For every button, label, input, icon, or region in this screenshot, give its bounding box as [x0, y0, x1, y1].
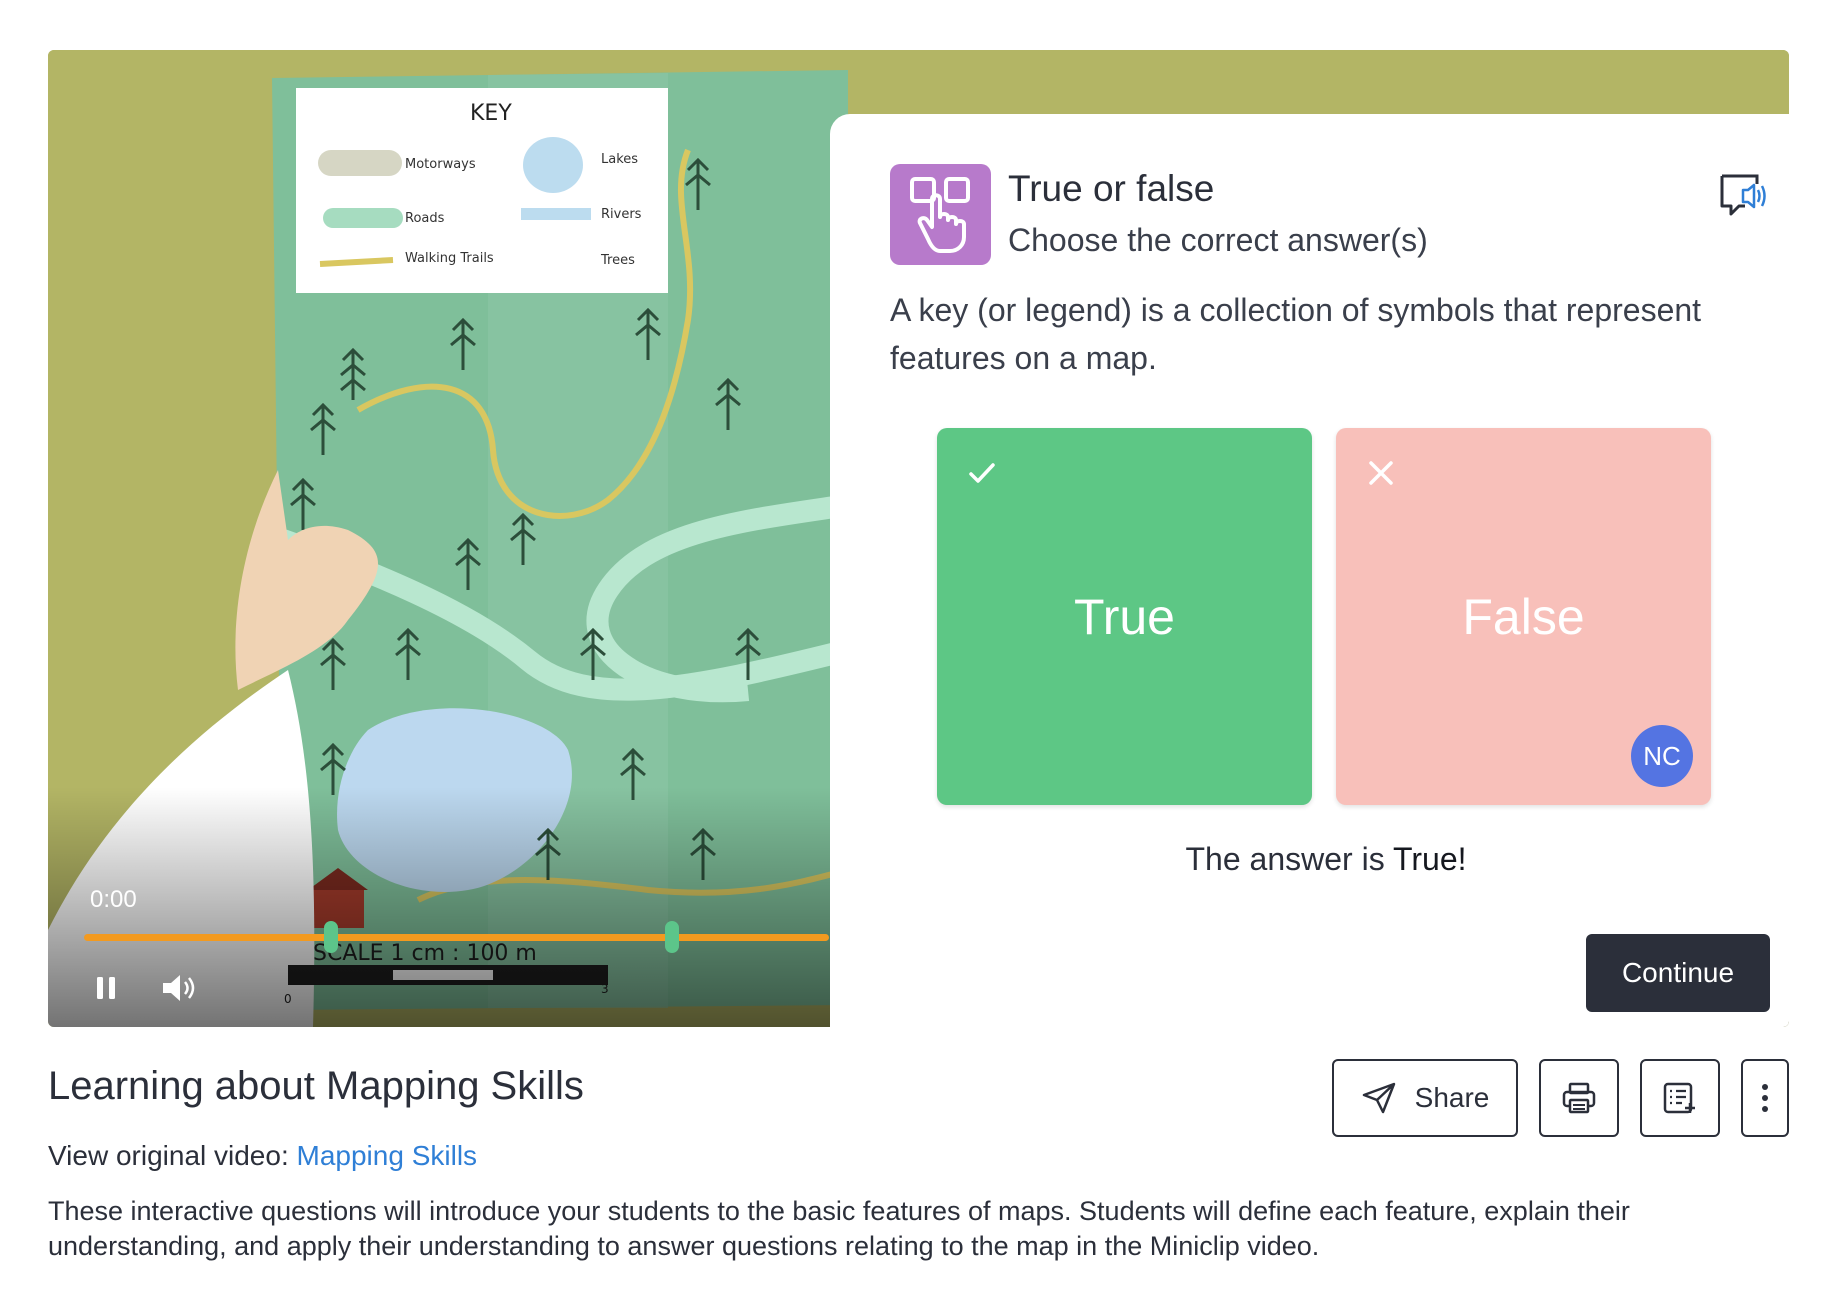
question-instruction: Choose the correct answer(s) [1008, 222, 1428, 258]
check-icon [969, 463, 995, 483]
volume-icon [163, 975, 195, 1001]
send-icon [1362, 1082, 1395, 1114]
progress-bar[interactable] [84, 934, 829, 941]
share-label: Share [1414, 1082, 1490, 1113]
answer-true-label: True [1074, 588, 1175, 645]
map-key-motorways: Motorways [405, 157, 476, 172]
add-to-list-button[interactable] [1640, 1059, 1720, 1137]
page-title: Learning about Mapping Skills [48, 1064, 584, 1108]
question-text: A key (or legend) is a collection of sym… [890, 292, 1702, 376]
original-video-line: View original video: Mapping Skills [48, 1140, 477, 1172]
pause-icon [97, 977, 115, 999]
answer-result-prefix: The answer is [1185, 841, 1393, 877]
tap-choice-icon [909, 176, 970, 253]
question-type: True or false [1008, 168, 1215, 209]
map-key-lakes: Lakes [601, 152, 638, 167]
question-marker[interactable] [665, 921, 679, 953]
avatar: NC [1631, 725, 1693, 787]
video-player[interactable]: KEY Motorways Lakes Roads Rivers Walking… [48, 50, 1789, 1027]
question-type-badge [890, 164, 991, 265]
read-aloud-icon [1720, 174, 1766, 216]
current-time: 0:00 [90, 886, 137, 913]
pause-button[interactable] [84, 966, 128, 1010]
more-options-button[interactable] [1741, 1059, 1789, 1137]
original-video-prefix: View original video: [48, 1140, 289, 1171]
map-key-walking-trails: Walking Trails [405, 251, 494, 266]
description: These interactive questions will introdu… [48, 1196, 1630, 1261]
answer-result-value: True! [1393, 841, 1467, 877]
map-scale-end: 3 [601, 982, 609, 996]
question-marker[interactable] [324, 921, 338, 953]
volume-button[interactable] [158, 966, 202, 1010]
print-button[interactable] [1539, 1059, 1619, 1137]
read-aloud-button[interactable] [1717, 170, 1767, 216]
continue-button[interactable]: Continue [1586, 934, 1770, 1012]
map-scale-start: 0 [284, 992, 292, 1006]
close-icon [1369, 461, 1393, 485]
add-to-list-icon [1663, 1082, 1695, 1114]
more-vertical-icon [1762, 1084, 1768, 1112]
share-button[interactable]: Share [1332, 1059, 1518, 1137]
answer-false-label: False [1462, 588, 1585, 645]
map-key-trees: Trees [600, 253, 635, 268]
original-video-link[interactable]: Mapping Skills [297, 1140, 478, 1171]
map-key-roads: Roads [405, 211, 445, 226]
print-icon [1562, 1082, 1596, 1114]
question-card: True or false Choose the correct answer(… [830, 114, 1789, 1027]
answer-true-button[interactable]: True [937, 428, 1312, 805]
map-key-rivers: Rivers [601, 207, 642, 222]
map-scale-label: SCALE 1 cm : 100 m [313, 941, 537, 966]
answer-result: The answer is True! [830, 841, 1789, 878]
map-key-heading: KEY [470, 101, 512, 126]
answer-false-button[interactable]: False NC [1336, 428, 1711, 805]
